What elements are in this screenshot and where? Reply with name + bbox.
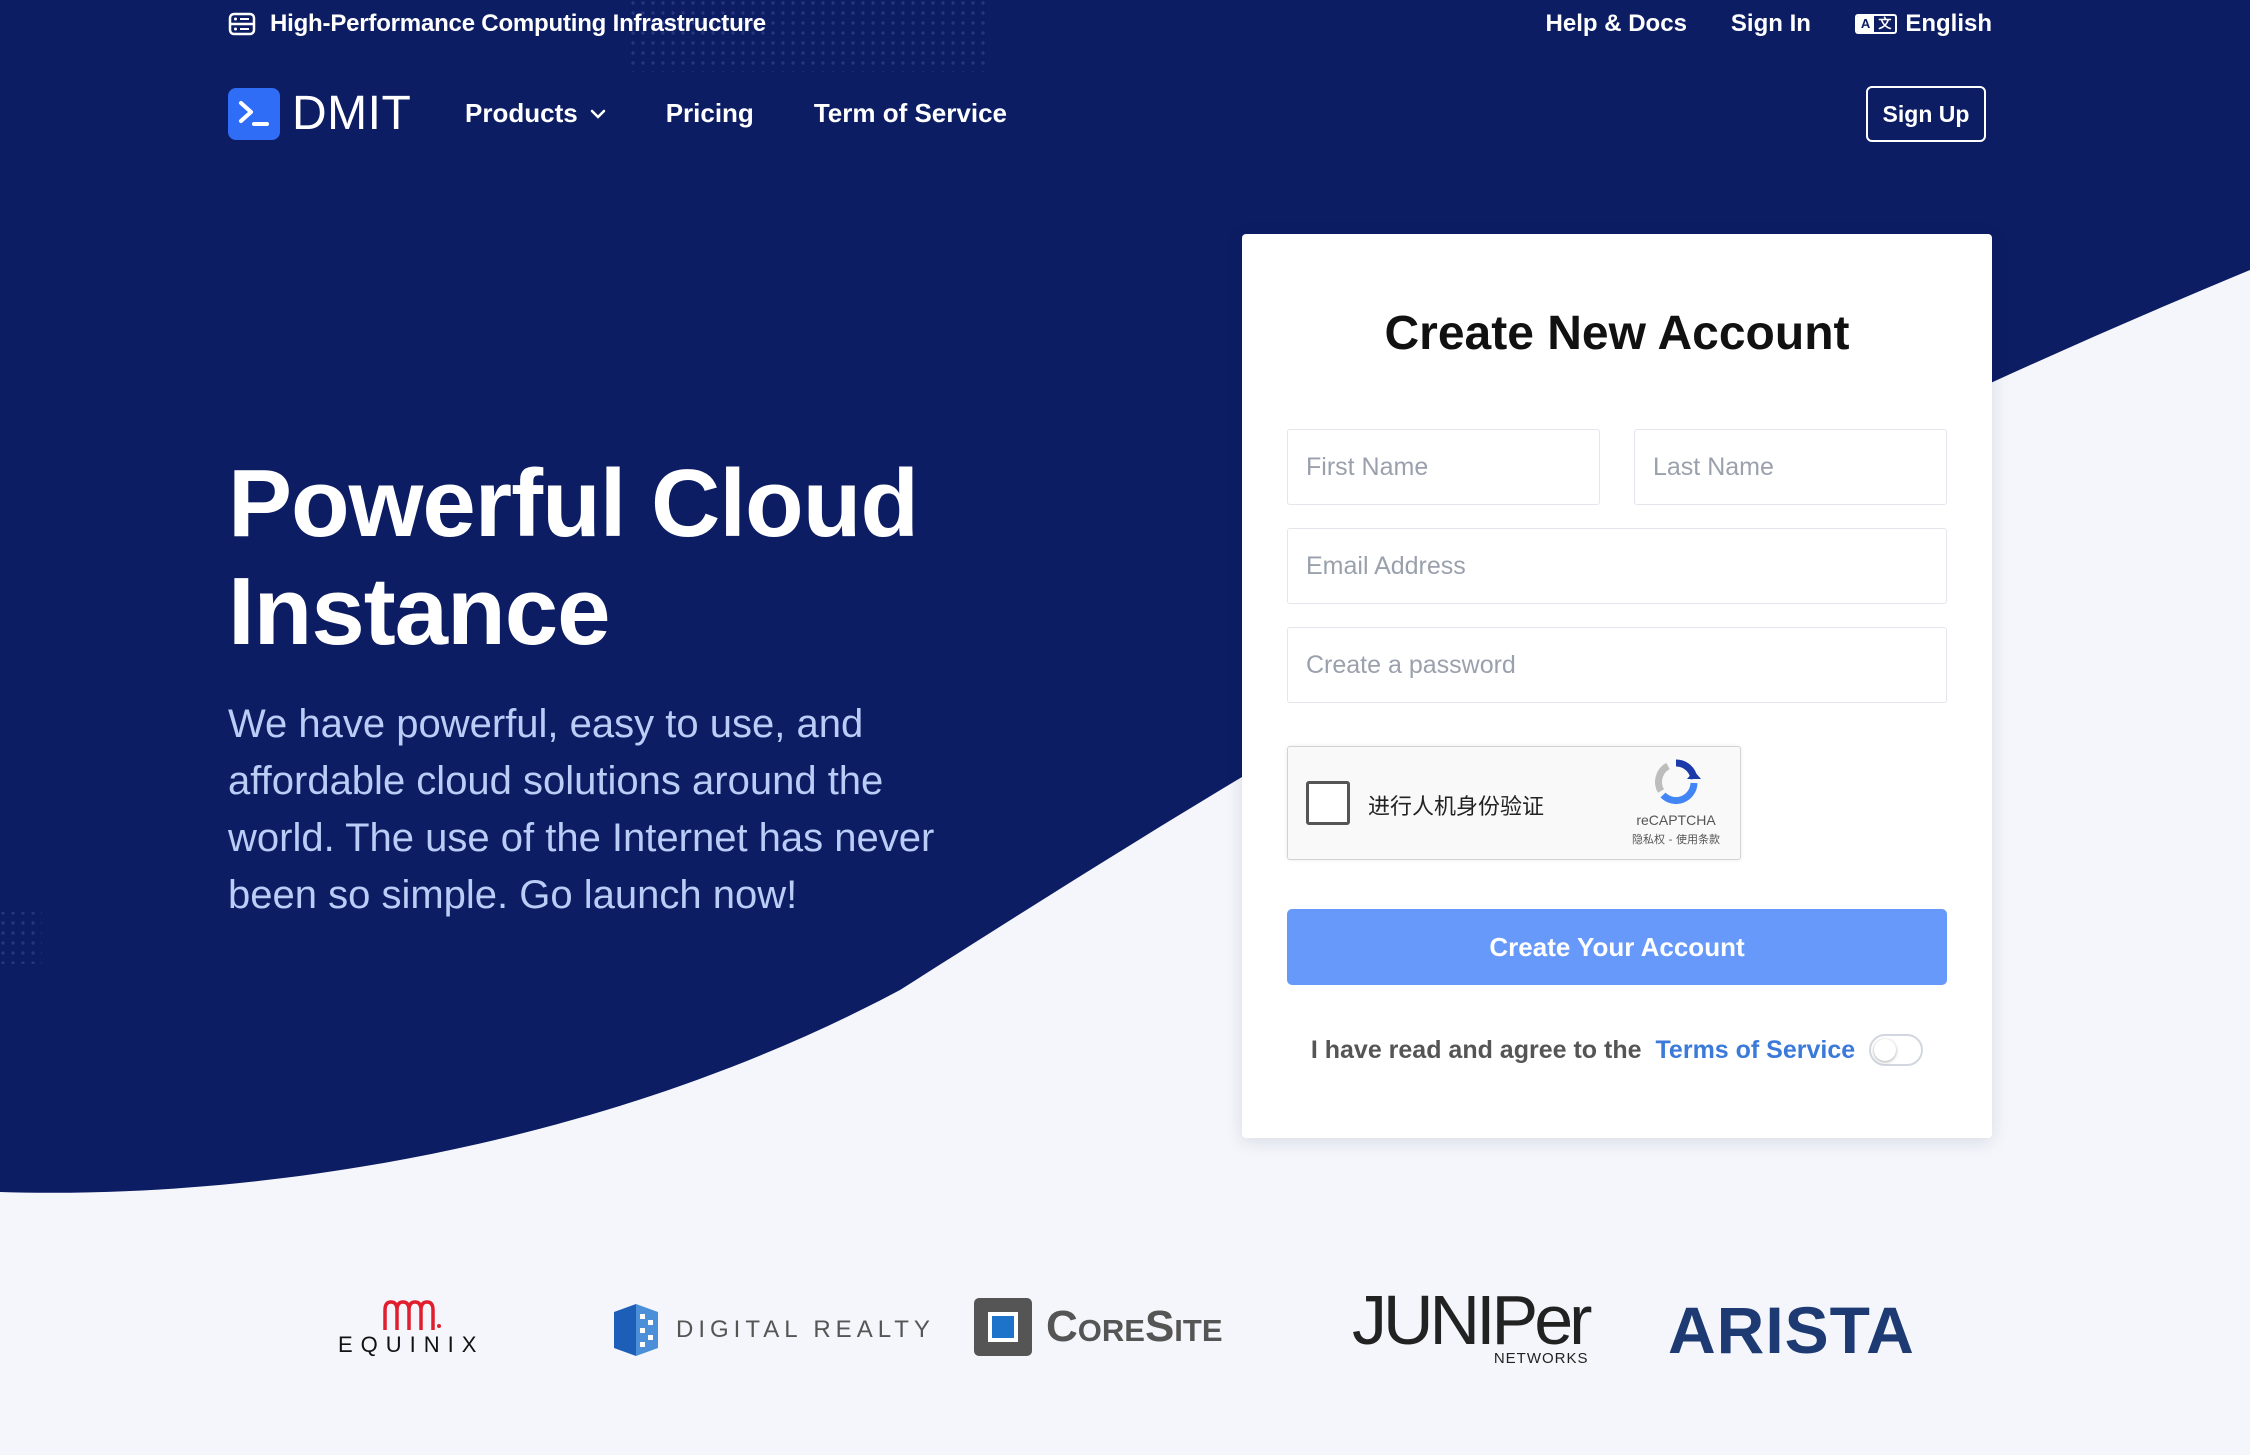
brand-name: DMIT xyxy=(292,87,412,140)
equinix-logo: EQUINIX xyxy=(338,1298,484,1358)
products-label: Products xyxy=(465,98,578,128)
recaptcha-label: 进行人机身份验证 xyxy=(1368,795,1545,820)
first-name-input[interactable] xyxy=(1287,429,1600,505)
equinix-mark-icon xyxy=(383,1300,442,1330)
main-nav: DMIT Products Pricing Term of Service Si… xyxy=(0,84,2250,144)
recaptcha-icon xyxy=(1655,759,1701,805)
recaptcha-checkbox[interactable] xyxy=(1306,781,1350,825)
agree-text: I have read and agree to the xyxy=(1310,1035,1642,1064)
terms-toggle[interactable] xyxy=(1869,1034,1924,1066)
translate-icon: A文 xyxy=(1854,14,1898,34)
recaptcha-brand: reCAPTCHA xyxy=(1636,812,1716,828)
equinix-name: EQUINIX xyxy=(338,1332,485,1357)
tagline-text: High-Performance Computing Infrastructur… xyxy=(270,10,766,37)
email-input[interactable] xyxy=(1287,528,1947,604)
pricing-link[interactable]: Pricing xyxy=(666,98,754,129)
terms-agreement: I have read and agree to the Terms of Se… xyxy=(1242,1034,1992,1066)
hero-description: We have powerful, easy to use, and affor… xyxy=(228,702,935,917)
signup-card: Create New Account 进行人机身份验证 reCAPTCHA 隐私… xyxy=(1242,234,1992,1138)
language-selector[interactable]: A文 English xyxy=(1854,10,1992,38)
sign-up-button[interactable]: Sign Up xyxy=(1866,86,1986,142)
term-of-service-link[interactable]: Term of Service xyxy=(814,98,1007,129)
products-menu[interactable]: Products xyxy=(465,98,606,129)
brand[interactable]: DMIT xyxy=(228,88,411,140)
help-docs-link[interactable]: Help & Docs xyxy=(1546,10,1687,38)
top-bar: High-Performance Computing Infrastructur… xyxy=(0,0,2250,52)
arista-logo: ARISTA xyxy=(1668,1292,1915,1368)
language-label: English xyxy=(1905,10,1992,37)
terminal-logo-icon xyxy=(228,88,280,140)
sign-in-link[interactable]: Sign In xyxy=(1731,10,1811,38)
nav-links: Products Pricing Term of Service xyxy=(465,98,1007,129)
recaptcha-links[interactable]: 隐私权 - 使用条款 xyxy=(1626,831,1726,847)
password-input[interactable] xyxy=(1287,627,1947,703)
arista-name: ARISTA xyxy=(1668,1293,1915,1367)
hero-title-line1: Powerful Cloud xyxy=(228,450,919,557)
recaptcha-logo: reCAPTCHA 隐私权 - 使用条款 xyxy=(1626,757,1726,847)
toggle-knob xyxy=(1874,1039,1897,1061)
juniper-logo: JUNIPer NETWORKS xyxy=(1352,1281,1592,1367)
digital-realty-logo: DIGITAL REALTY xyxy=(610,1302,935,1358)
create-account-button[interactable]: Create Your Account xyxy=(1287,909,1947,985)
server-icon xyxy=(228,12,256,36)
recaptcha-widget: 进行人机身份验证 reCAPTCHA 隐私权 - 使用条款 xyxy=(1287,746,1741,860)
form-title: Create New Account xyxy=(1384,307,1850,360)
top-tagline: High-Performance Computing Infrastructur… xyxy=(228,10,766,38)
terms-of-service-link[interactable]: Terms of Service xyxy=(1656,1036,1856,1065)
last-name-input[interactable] xyxy=(1634,429,1947,505)
hero-title: Powerful Cloud Instance xyxy=(228,450,988,666)
hero-title-line2: Instance xyxy=(228,558,610,665)
chevron-down-icon xyxy=(590,109,605,119)
coresite-logo: CoreSite xyxy=(974,1298,1223,1356)
top-right-links: Help & Docs Sign In A文 English xyxy=(1546,10,1992,38)
juniper-name: JUNIPer xyxy=(1352,1281,1592,1359)
coresite-mark-icon xyxy=(974,1298,1032,1356)
coresite-name: CoreSite xyxy=(1046,1302,1223,1351)
digital-realty-name: DIGITAL REALTY xyxy=(676,1316,935,1343)
digital-realty-mark-icon xyxy=(614,1304,658,1356)
partner-logos: EQUINIX DIGITAL REALTY CoreSite JUNIPer … xyxy=(0,1280,2250,1400)
juniper-sub: NETWORKS xyxy=(1493,1350,1589,1367)
